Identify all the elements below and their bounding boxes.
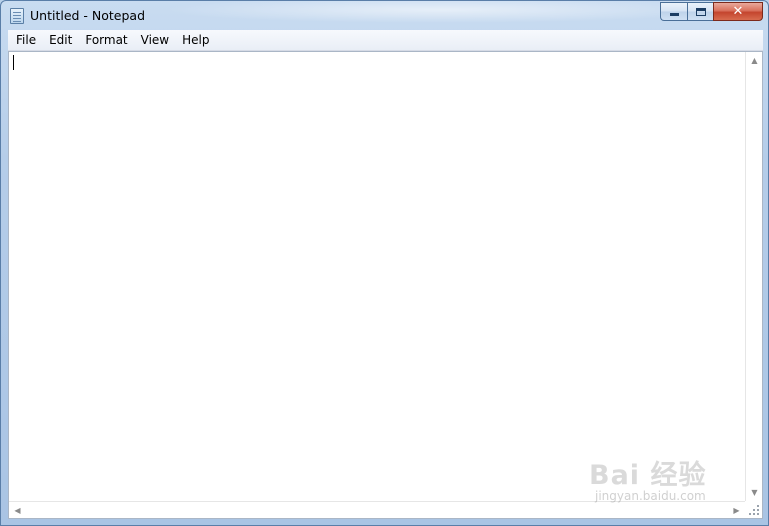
close-button[interactable]: ✕	[713, 2, 763, 21]
text-editor[interactable]	[9, 52, 745, 501]
notepad-icon[interactable]	[10, 8, 24, 24]
watermark-url: jingyan.baidu.com	[595, 489, 706, 503]
minimize-button[interactable]	[660, 2, 687, 21]
title-bar[interactable]: Untitled - Notepad	[1, 1, 768, 30]
menu-help[interactable]: Help	[176, 30, 216, 51]
maximize-button[interactable]	[687, 2, 713, 21]
notepad-window: Untitled - Notepad ✕ File Edit Format Vi…	[0, 0, 769, 526]
menu-file[interactable]: File	[10, 30, 43, 51]
watermark: Bai 经验 jingyan.baidu.com	[589, 441, 739, 511]
menu-format[interactable]: Format	[79, 30, 134, 51]
window-title: Untitled - Notepad	[30, 8, 146, 23]
vertical-scrollbar[interactable]: ▲ ▼	[745, 52, 762, 501]
menu-view[interactable]: View	[135, 30, 176, 51]
size-grip[interactable]	[745, 501, 762, 518]
title-glow	[161, 1, 721, 23]
scroll-down-icon[interactable]: ▼	[746, 484, 763, 501]
menu-edit[interactable]: Edit	[43, 30, 79, 51]
maximize-icon	[695, 7, 706, 16]
watermark-brand: Bai 经验	[589, 460, 707, 491]
scroll-left-icon[interactable]: ◀	[9, 502, 26, 519]
menu-bar: File Edit Format View Help	[8, 30, 763, 51]
close-icon: ✕	[732, 4, 744, 19]
scroll-up-icon[interactable]: ▲	[746, 52, 763, 69]
minimize-icon	[669, 13, 679, 16]
caption-buttons: ✕	[660, 2, 763, 21]
text-caret	[13, 55, 14, 70]
